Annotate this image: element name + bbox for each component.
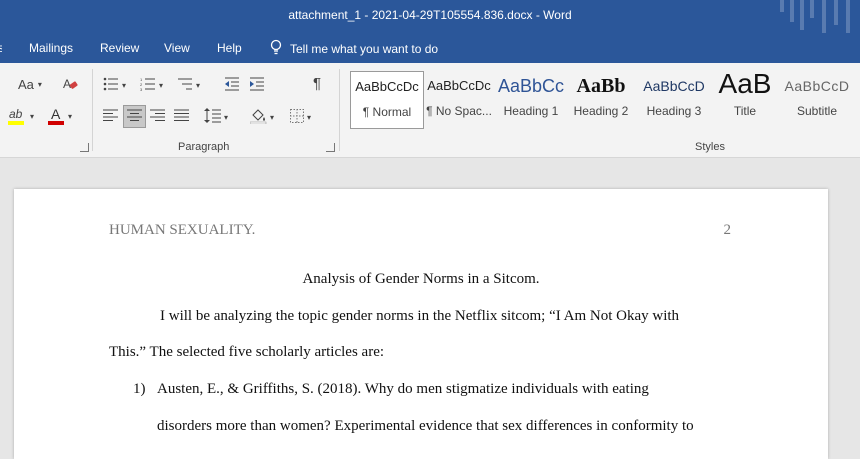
style-name: Subtitle [796,104,838,118]
style-normal[interactable]: AaBbCcDc ¶ Normal [350,71,424,129]
chevron-down-icon: ▾ [196,81,201,90]
style-name: Title [733,104,757,118]
chevron-down-icon: ▾ [68,111,73,121]
borders-button[interactable]: ▾ [290,109,311,126]
styles-group-label: Styles [695,141,725,153]
style-preview: AaBbCcDc [355,79,419,94]
chevron-down-icon: ▾ [270,113,275,122]
list-item-line: disorders more than women? Experimental … [157,418,694,434]
bullet-list-icon [103,77,119,94]
chevron-down-icon: ▾ [159,81,164,90]
line-spacing-button[interactable]: ▾ [204,108,228,126]
style-title[interactable]: AaB Title [709,71,781,127]
title-bar-decoration [770,0,860,33]
increase-indent-icon [249,77,265,94]
ribbon-separator [92,69,93,151]
style-name: ¶ Normal [362,105,412,119]
numbered-list-icon: 123 [140,77,156,94]
tell-me-text: Tell me what you want to do [290,41,439,56]
center-button[interactable] [123,105,146,128]
chevron-down-icon: ▾ [122,81,127,90]
paragraph-dialog-launcher-icon[interactable] [326,143,335,152]
style-heading-3[interactable]: AaBbCcD Heading 3 [638,71,710,127]
pilcrow-icon: ¶ [313,75,322,92]
menu-item-review[interactable]: Review [100,41,139,55]
ribbon: Aa ▾ A ab ▾ A ▾ ▾ 123 ▾ ▾ ¶ ▾ ▾ ▾ Paragr… [0,63,860,158]
lightbulb-icon [270,39,282,58]
paragraph-line: I will be analyzing the topic gender nor… [160,308,680,324]
running-head: HUMAN SEXUALITY. [109,222,256,238]
multilevel-list-button[interactable]: ▾ [177,77,200,94]
align-center-icon [127,109,142,125]
justify-button[interactable] [174,109,189,125]
numbering-button[interactable]: 123 ▾ [140,77,163,94]
shading-button[interactable]: ▾ [249,108,275,127]
style-preview: AaBbCcD [784,78,850,94]
style-name: ¶ No Spac... [426,104,492,118]
align-left-button[interactable] [103,109,118,125]
line-spacing-icon [204,108,221,126]
style-preview: AaBbCcD [643,78,705,94]
align-left-icon [103,109,118,125]
style-preview: AaB [718,71,772,99]
document-page[interactable]: HUMAN SEXUALITY. 2 Analysis of Gender No… [14,189,828,459]
multilevel-list-icon [177,77,193,94]
chevron-down-icon: ▾ [224,112,229,122]
tell-me-box[interactable]: Tell me what you want to do [270,39,438,58]
list-number: 1) [133,381,146,397]
chevron-down-icon: ▾ [307,113,312,122]
chevron-down-icon: ▾ [37,80,42,89]
highlight-letters: ab [9,107,23,121]
paragraph-line: This.” The selected five scholarly artic… [109,344,385,360]
decrease-indent-button[interactable] [224,77,240,94]
svg-text:A: A [63,77,71,91]
style-preview: AaBbCc [497,76,565,96]
style-preview: AaBb [576,75,626,97]
font-color-icon: A [48,106,64,125]
style-heading-2[interactable]: AaBb Heading 2 [565,71,637,127]
menu-item-mailings[interactable]: Mailings [29,41,73,55]
borders-icon [290,109,304,126]
list-item-line: Austen, E., & Griffiths, S. (2018). Why … [157,381,649,397]
style-heading-1[interactable]: AaBbCc Heading 1 [495,71,567,127]
highlight-button[interactable]: ab ▾ [8,107,34,125]
menu-item-help[interactable]: Help [217,41,242,55]
change-case-label: Aa [18,77,34,92]
highlighter-icon: ab [8,107,26,125]
decrease-indent-icon [224,77,240,94]
increase-indent-button[interactable] [249,77,265,94]
menu-item-view[interactable]: View [164,41,190,55]
chevron-down-icon: ▾ [30,111,35,121]
change-case-button[interactable]: Aa ▾ [18,77,42,92]
style-subtitle[interactable]: AaBbCcD Subtitle [781,71,853,127]
align-right-button[interactable] [150,109,165,125]
clear-formatting-button[interactable]: A [62,76,78,95]
bullets-button[interactable]: ▾ [103,77,126,94]
font-color-button[interactable]: A ▾ [48,106,73,125]
title-bar: attachment_1 - 2021-04-29T105554.836.doc… [0,0,860,33]
menu-item-partial[interactable]: s [0,41,2,55]
font-color-letter: A [51,106,61,122]
document-title: Analysis of Gender Norms in a Sitcom. [302,271,540,287]
svg-text:3: 3 [140,87,143,91]
paragraph-group-label: Paragraph [178,141,230,153]
paint-bucket-icon [249,108,267,127]
ribbon-separator [339,69,340,151]
page-number: 2 [723,222,732,238]
style-no-spacing[interactable]: AaBbCcDc ¶ No Spac... [423,71,495,127]
style-name: Heading 3 [646,104,702,118]
menu-bar: s Mailings Review View Help Tell me what… [0,33,860,63]
window-title: attachment_1 - 2021-04-29T105554.836.doc… [288,8,572,22]
font-dialog-launcher-icon[interactable] [80,143,89,152]
justify-icon [174,109,189,125]
style-name: Heading 2 [573,104,629,118]
style-name: Heading 1 [503,104,559,118]
show-formatting-marks-button[interactable]: ¶ [313,75,321,92]
style-preview: AaBbCcDc [427,78,491,93]
align-right-icon [150,109,165,125]
eraser-icon: A [62,76,78,95]
